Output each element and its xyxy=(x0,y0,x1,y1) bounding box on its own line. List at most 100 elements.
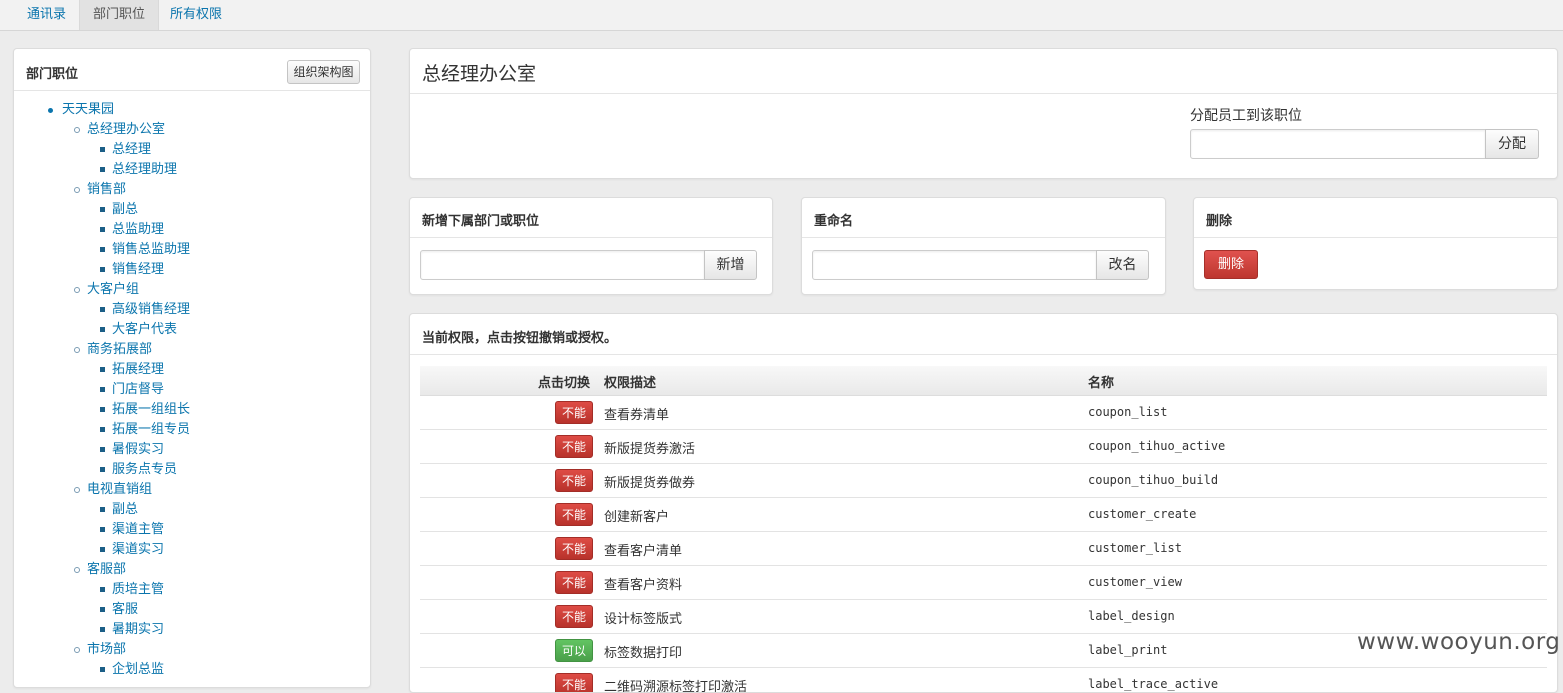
tab-all-permissions[interactable]: 所有权限 xyxy=(157,0,235,30)
add-button[interactable]: 新增 xyxy=(704,250,757,280)
bullet-icon xyxy=(74,347,80,353)
bullet-icon xyxy=(48,108,53,113)
permission-toggle-button[interactable]: 可以 xyxy=(555,639,593,662)
tree-node-link[interactable]: 电视直销组 xyxy=(87,482,152,497)
tree-node-link[interactable]: 大客户代表 xyxy=(112,322,177,337)
bullet-icon xyxy=(74,567,80,573)
table-row: 不能 新版提货券激活 coupon_tihuo_active xyxy=(420,430,1547,464)
tree-node: 高级销售经理 xyxy=(14,300,370,320)
table-row: 不能 创建新客户 customer_create xyxy=(420,498,1547,532)
top-nav: 通讯录 部门职位 所有权限 xyxy=(0,0,1563,31)
tree-node-link[interactable]: 服务点专员 xyxy=(112,462,177,477)
tree-node-link[interactable]: 高级销售经理 xyxy=(112,302,190,317)
tree-node-link[interactable]: 副总 xyxy=(112,202,138,217)
tree-node-link[interactable]: 天天果园 xyxy=(62,102,114,117)
table-row: 不能 查看券清单 coupon_list xyxy=(420,396,1547,430)
bullet-icon xyxy=(100,387,105,392)
tree-node-link[interactable]: 质培主管 xyxy=(112,582,164,597)
tree-node-link[interactable]: 暑期实习 xyxy=(112,622,164,637)
tree-node: 门店督导 xyxy=(14,380,370,400)
rename-header: 重命名 xyxy=(802,198,1165,238)
bullet-icon xyxy=(100,667,105,672)
permission-toggle-button[interactable]: 不能 xyxy=(555,673,593,692)
tree-node-link[interactable]: 拓展一组组长 xyxy=(112,402,190,417)
tree-node-link[interactable]: 副总 xyxy=(112,502,138,517)
bullet-icon xyxy=(100,227,105,232)
tree-node: 副总 xyxy=(14,500,370,520)
tree-node-link[interactable]: 客服 xyxy=(112,602,138,617)
tree-node-link[interactable]: 企划总监 xyxy=(112,662,164,677)
permission-name: label_design xyxy=(1088,609,1175,623)
tree-node: 大客户代表 xyxy=(14,320,370,340)
delete-button[interactable]: 删除 xyxy=(1204,250,1258,279)
bullet-icon xyxy=(100,247,105,252)
add-panel: 新增下属部门或职位 新增 xyxy=(409,197,773,295)
rename-panel: 重命名 改名 xyxy=(801,197,1166,295)
tree-node-link[interactable]: 客服部 xyxy=(87,562,126,577)
tree-node-link[interactable]: 市场部 xyxy=(87,642,126,657)
bullet-icon xyxy=(100,587,105,592)
permission-toggle-button[interactable]: 不能 xyxy=(555,571,593,594)
tree-node-link[interactable]: 大客户组 xyxy=(87,282,139,297)
bullet-icon xyxy=(100,507,105,512)
permission-desc: 标签数据打印 xyxy=(604,646,683,661)
tree-node: 暑假实习 xyxy=(14,440,370,460)
tree-node-link[interactable]: 门店督导 xyxy=(112,382,164,397)
rename-button[interactable]: 改名 xyxy=(1096,250,1149,280)
bullet-icon xyxy=(100,447,105,452)
permission-toggle-button[interactable]: 不能 xyxy=(555,401,593,424)
permission-desc: 新版提货券激活 xyxy=(604,442,696,457)
permission-name: customer_view xyxy=(1088,575,1182,589)
tab-departments[interactable]: 部门职位 xyxy=(79,0,160,30)
bullet-icon xyxy=(100,367,105,372)
tree-node-link[interactable]: 销售部 xyxy=(87,182,126,197)
tab-contacts[interactable]: 通讯录 xyxy=(14,0,79,30)
bullet-icon xyxy=(100,147,105,152)
bullet-icon xyxy=(100,207,105,212)
tree-node-link[interactable]: 暑假实习 xyxy=(112,442,164,457)
sidebar-header: 部门职位 组织架构图 xyxy=(14,49,370,91)
permission-name: coupon_tihuo_build xyxy=(1088,473,1219,487)
tree-node-link[interactable]: 总经理办公室 xyxy=(87,122,165,137)
tree-node: 总经理助理 xyxy=(14,160,370,180)
tree-node-link[interactable]: 渠道主管 xyxy=(112,522,164,537)
permission-desc: 创建新客户 xyxy=(604,510,670,525)
tree-node-link[interactable]: 商务拓展部 xyxy=(87,342,152,357)
table-row: 不能 新版提货券做券 coupon_tihuo_build xyxy=(420,464,1547,498)
permission-name: label_trace_active xyxy=(1088,677,1219,691)
sidebar-panel: 部门职位 组织架构图 天天果园 总经理办公室 总经理 总经理助理 销售部 副总 总监助理 销售… xyxy=(13,48,371,688)
delete-panel: 删除 删除 xyxy=(1193,197,1558,290)
tree-node-link[interactable]: 渠道实习 xyxy=(112,542,164,557)
permission-toggle-button[interactable]: 不能 xyxy=(555,503,593,526)
permission-toggle-button[interactable]: 不能 xyxy=(555,605,593,628)
permission-toggle-button[interactable]: 不能 xyxy=(555,469,593,492)
bullet-icon xyxy=(74,187,80,193)
add-input[interactable] xyxy=(420,250,705,280)
permission-toggle-button[interactable]: 不能 xyxy=(555,537,593,560)
assign-employee-input[interactable] xyxy=(1190,129,1486,159)
rename-title: 重命名 xyxy=(814,214,854,229)
tree-node-link[interactable]: 总经理 xyxy=(112,142,151,157)
org-tree: 天天果园 总经理办公室 总经理 总经理助理 销售部 副总 总监助理 销售总监助理 销售经理 大客户… xyxy=(14,100,370,687)
tree-node-link[interactable]: 拓展经理 xyxy=(112,362,164,377)
permission-desc: 设计标签版式 xyxy=(604,612,683,627)
permission-toggle-button[interactable]: 不能 xyxy=(555,435,593,458)
rename-input[interactable] xyxy=(812,250,1097,280)
header-toggle: 点击切换 xyxy=(538,376,591,391)
permission-name: customer_list xyxy=(1088,541,1182,555)
bullet-icon xyxy=(100,267,105,272)
watermark: www.wooyun.org xyxy=(1357,629,1561,655)
tree-node-link[interactable]: 销售经理 xyxy=(112,262,164,277)
tree-node-link[interactable]: 总监助理 xyxy=(112,222,164,237)
table-row: 不能 查看客户资料 customer_view xyxy=(420,566,1547,600)
tree-node-link[interactable]: 销售总监助理 xyxy=(112,242,190,257)
tree-node-link[interactable]: 总经理助理 xyxy=(112,162,177,177)
bullet-icon xyxy=(100,327,105,332)
add-title: 新增下属部门或职位 xyxy=(422,214,540,229)
delete-header: 删除 xyxy=(1194,198,1557,238)
org-chart-button[interactable]: 组织架构图 xyxy=(287,60,360,84)
tree-node-link[interactable]: 拓展一组专员 xyxy=(112,422,190,437)
table-row: 不能 二维码溯源标签打印激活 label_trace_active xyxy=(420,668,1547,692)
tree-node: 总经理办公室 xyxy=(14,120,370,140)
assign-button[interactable]: 分配 xyxy=(1485,129,1539,159)
